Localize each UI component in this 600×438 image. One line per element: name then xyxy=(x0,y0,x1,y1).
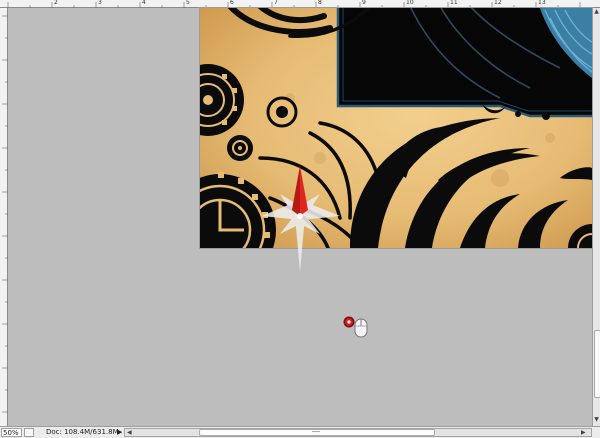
ruler-label-11: 11 xyxy=(450,0,458,6)
scroll-up-arrow[interactable]: ▲ xyxy=(593,8,600,16)
top-ruler-ticks xyxy=(7,2,581,8)
ruler-label-13: 13 xyxy=(538,0,546,6)
ruler-label-7: 7 xyxy=(274,0,278,6)
zoom-field[interactable]: 50% xyxy=(1,428,22,437)
artwork-illustration xyxy=(200,8,592,248)
left-ruler[interactable] xyxy=(0,8,8,426)
status-menu-arrow[interactable]: ▶ xyxy=(117,428,122,437)
top-ruler[interactable]: 2 3 4 5 6 7 8 9 10 11 12 13 xyxy=(0,0,600,8)
ruler-label-10: 10 xyxy=(406,0,414,6)
document-artwork[interactable] xyxy=(200,8,592,248)
scroll-down-arrow[interactable]: ▼ xyxy=(593,416,600,424)
ruler-label-3: 3 xyxy=(98,0,102,6)
status-bar: 50% Doc: 108.4M/631.8M ▶ ◀ ▶ xyxy=(0,426,600,438)
horizontal-scroll-thumb[interactable] xyxy=(199,429,435,436)
left-ruler-ticks xyxy=(2,15,8,413)
compass-star-icon xyxy=(262,166,342,272)
scroll-left-arrow[interactable]: ◀ xyxy=(127,428,132,437)
horizontal-scrollbar[interactable]: ◀ ▶ xyxy=(124,428,592,437)
ruler-label-9: 9 xyxy=(362,0,366,6)
vertical-scrollbar[interactable]: ▲ ▼ xyxy=(592,8,600,426)
vertical-scroll-thumb[interactable] xyxy=(594,330,600,398)
scroll-thumb-grip xyxy=(312,431,320,436)
mouse-icon xyxy=(354,318,368,338)
ruler-label-5: 5 xyxy=(186,0,190,6)
doc-size-text: Doc: 108.4M/631.8M xyxy=(46,428,119,436)
ruler-label-4: 4 xyxy=(142,0,146,6)
ruler-label-2: 2 xyxy=(54,0,58,6)
document-status-icon[interactable] xyxy=(24,428,34,437)
scroll-right-arrow[interactable]: ▶ xyxy=(581,428,586,437)
ruler-label-8: 8 xyxy=(318,0,322,6)
ruler-label-6: 6 xyxy=(230,0,234,6)
ruler-label-12: 12 xyxy=(494,0,502,6)
